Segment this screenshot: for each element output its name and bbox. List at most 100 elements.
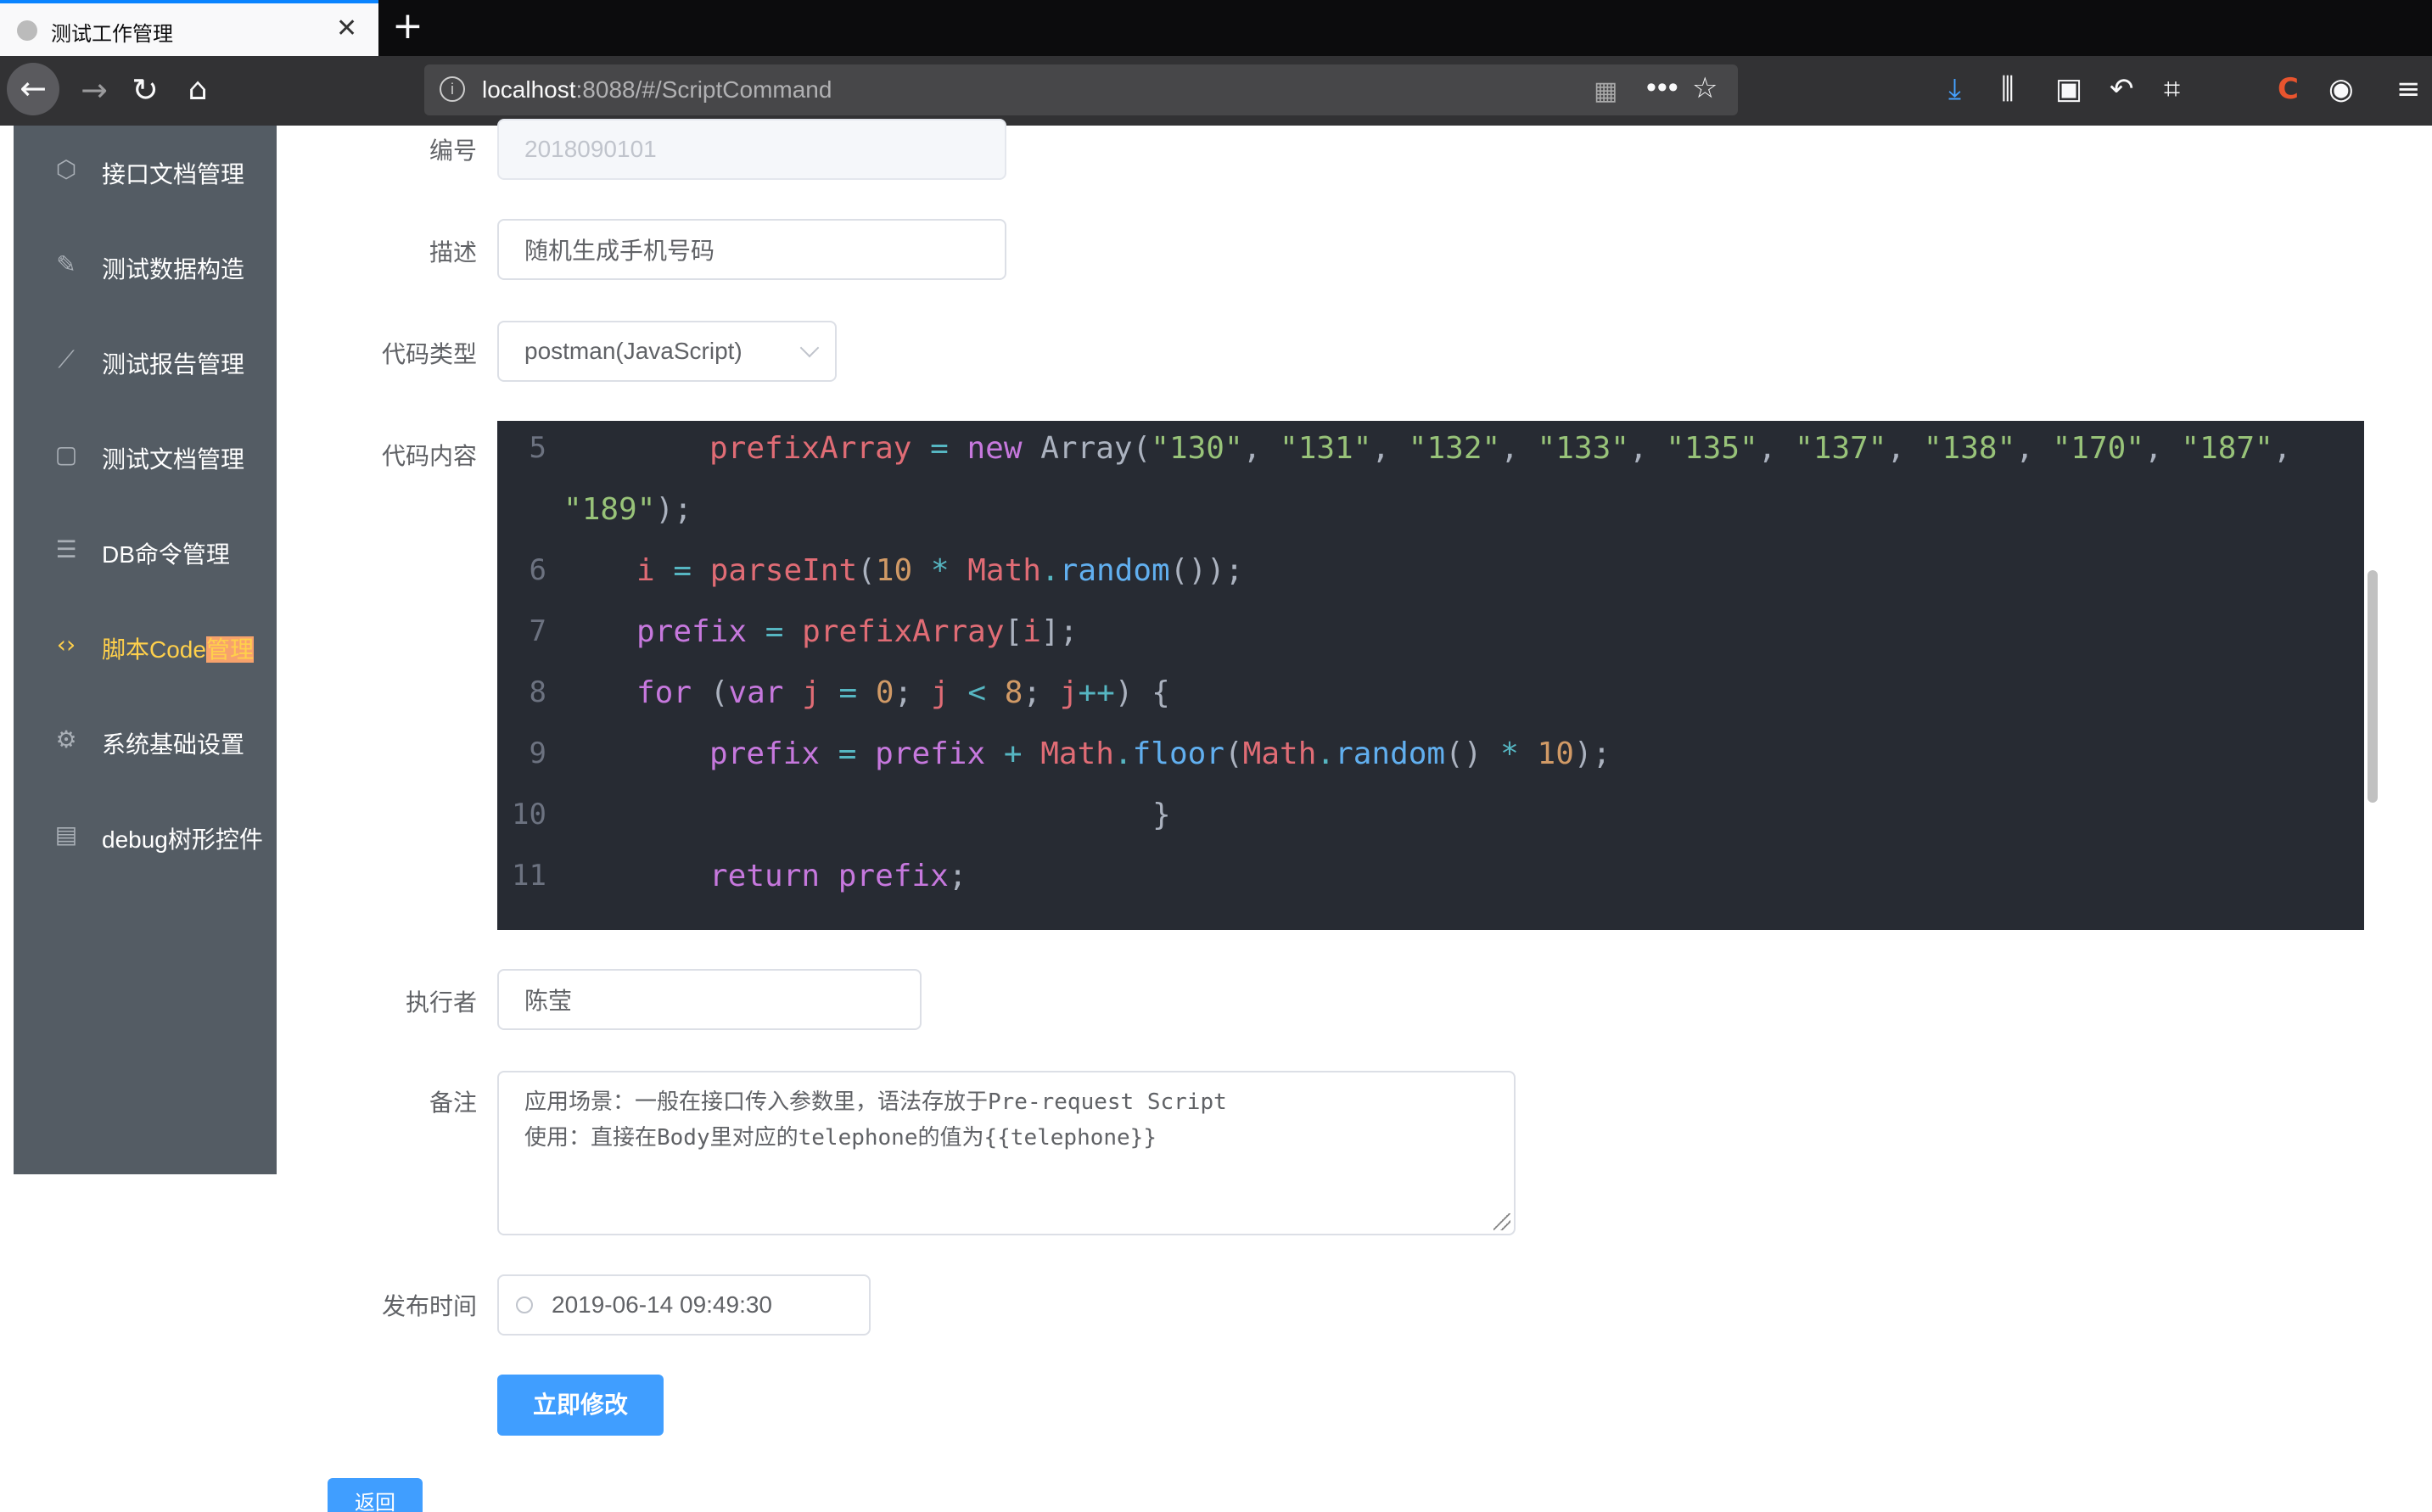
home-icon[interactable]: ⌂: [177, 66, 219, 114]
code-text: return prefix;: [709, 859, 967, 893]
sidebar-item-api-docs[interactable]: ⬡ 接口文档管理: [14, 126, 277, 221]
code-line: 6 i = parseInt(10 * Math.random());: [497, 543, 2364, 604]
code-line: 11 return prefix;: [497, 848, 2364, 910]
undo-icon[interactable]: ↶: [2110, 68, 2134, 110]
tab-favicon-icon: [17, 20, 37, 41]
executor-label: 执行者: [405, 989, 477, 1016]
remark-value: 应用场景：一般在接口传入参数里，语法存放于Pre-request Script …: [524, 1089, 1227, 1151]
new-tab-button[interactable]: +: [392, 7, 423, 46]
code-line: 9 prefix = prefix + Math.floor(Math.rand…: [497, 726, 2364, 787]
sidebar-item-label: 测试文档管理: [102, 446, 245, 473]
url-bar[interactable]: i localhost:8088/#/ScriptCommand ▦ ••• ☆: [424, 64, 1738, 115]
browser-tab-bar: 测试工作管理 ✕ +: [0, 0, 2432, 56]
line-number: 9: [529, 736, 546, 770]
more-actions-icon[interactable]: •••: [1646, 71, 1679, 104]
extension-c-icon[interactable]: C: [2278, 68, 2299, 110]
code-type-label: 代码类型: [381, 341, 477, 367]
gear-icon: ⚙: [55, 725, 77, 753]
code-text: prefixArray = new Array("130", "131", "1…: [709, 431, 2292, 466]
id-label: 编号: [429, 137, 477, 164]
sidebar-item-label: 接口文档管理: [102, 161, 245, 188]
sidebar-item-debug-tree[interactable]: ▤ debug树形控件: [14, 791, 277, 886]
publish-time-value: 2019-06-14 09:49:30: [552, 1291, 772, 1318]
clock-icon: [516, 1296, 533, 1313]
account-icon[interactable]: ◉: [2328, 68, 2354, 110]
publish-time-label: 发布时间: [381, 1293, 477, 1319]
submit-button[interactable]: 立即修改: [497, 1375, 664, 1436]
sidebar-item-test-data[interactable]: ✎ 测试数据构造: [14, 221, 277, 316]
menu-icon[interactable]: ≡: [2396, 68, 2421, 110]
line-number: 11: [512, 859, 546, 893]
qr-code-icon[interactable]: ▦: [1594, 76, 1617, 106]
sidebar-item-script-code[interactable]: ‹› 脚本Code管理: [14, 601, 277, 696]
code-type-value: postman(JavaScript): [524, 338, 742, 364]
id-field: 2018090101: [497, 119, 1006, 180]
sidebar-toggle-icon[interactable]: ▣: [2055, 68, 2082, 110]
chevron-down-icon: [799, 338, 820, 358]
download-icon[interactable]: ⤓: [1948, 68, 1961, 110]
info-icon[interactable]: i: [440, 76, 465, 102]
code-text: }: [1152, 798, 1171, 832]
code-line: 8 for (var j = 0; j < 8; j++) {: [497, 665, 2364, 726]
code-editor[interactable]: 5 prefixArray = new Array("130", "131", …: [497, 421, 2364, 930]
reload-icon[interactable]: ↻: [124, 66, 166, 114]
library-icon[interactable]: ⫼: [2001, 68, 2015, 110]
sidebar-item-label-highlight: 管理: [205, 636, 254, 663]
word-doc-icon: ▢: [54, 440, 78, 468]
database-icon: ☰: [55, 535, 77, 563]
publish-time-picker[interactable]: 2019-06-14 09:49:30: [497, 1274, 871, 1336]
sidebar-item-label: 测试报告管理: [102, 351, 245, 378]
sidebar: ⬡ 接口文档管理 ✎ 测试数据构造 ⟋ 测试报告管理 ▢ 测试文档管理 ☰ DB…: [14, 126, 277, 1174]
sidebar-item-db-commands[interactable]: ☰ DB命令管理: [14, 506, 277, 601]
forward-arrow-icon[interactable]: →: [73, 66, 115, 114]
sidebar-item-label: 系统基础设置: [102, 731, 245, 758]
page-scrollbar-thumb[interactable]: [2368, 570, 2378, 803]
sidebar-item-label: 脚本Code管理: [102, 631, 254, 665]
executor-value: 陈莹: [524, 988, 573, 1014]
sidebar-item-label: 测试数据构造: [102, 256, 245, 283]
sidebar-item-test-reports[interactable]: ⟋ 测试报告管理: [14, 316, 277, 411]
back-button[interactable]: 返回: [328, 1478, 423, 1512]
sidebar-item-test-docs[interactable]: ▢ 测试文档管理: [14, 411, 277, 506]
code-text: i = parseInt(10 * Math.random());: [636, 553, 1244, 588]
line-number: 6: [529, 553, 546, 587]
code-text: for (var j = 0; j < 8; j++) {: [636, 675, 1170, 710]
crop-icon[interactable]: ⌗: [2164, 68, 2180, 110]
url-text[interactable]: localhost:8088/#/ScriptCommand: [482, 76, 832, 104]
code-line: 7 prefix = prefixArray[i];: [497, 604, 2364, 665]
edit-doc-icon: ✎: [56, 250, 76, 278]
browser-nav-bar: ← → ↻ ⌂ i localhost:8088/#/ScriptCommand…: [0, 56, 2432, 126]
sidebar-item-system-settings[interactable]: ⚙ 系统基础设置: [14, 696, 277, 791]
desc-label: 描述: [429, 239, 477, 266]
line-number: 7: [529, 614, 546, 648]
sidebar-item-label-part: 脚本Code: [102, 636, 206, 663]
code-content-label: 代码内容: [381, 443, 477, 469]
tab-close-icon[interactable]: ✕: [336, 14, 357, 44]
remark-label: 备注: [429, 1089, 477, 1116]
code-token-var: prefixArray: [709, 431, 912, 466]
code-line-wrap: "189");: [497, 482, 2364, 543]
document-icon: ▤: [54, 820, 78, 848]
line-number: 5: [529, 431, 546, 465]
url-path: :8088/#/ScriptCommand: [575, 76, 832, 103]
code-icon: ‹›: [56, 630, 76, 658]
sidebar-item-label: DB命令管理: [102, 541, 230, 568]
id-value: 2018090101: [524, 136, 657, 162]
code-text: prefix = prefixArray[i];: [636, 614, 1079, 649]
bookmark-star-icon[interactable]: ☆: [1692, 71, 1718, 105]
code-type-select[interactable]: postman(JavaScript): [497, 321, 837, 382]
sidebar-item-label: debug树形控件: [102, 826, 263, 853]
url-host: localhost: [482, 76, 576, 103]
remark-textarea[interactable]: 应用场景：一般在接口传入参数里，语法存放于Pre-request Script …: [497, 1071, 1516, 1235]
resize-handle-icon[interactable]: [1493, 1213, 1510, 1230]
browser-tab[interactable]: 测试工作管理 ✕: [0, 0, 378, 56]
code-text: prefix = prefix + Math.floor(Math.random…: [709, 736, 1611, 771]
tab-title: 测试工作管理: [51, 23, 173, 46]
code-text: "189");: [563, 492, 692, 527]
code-line: 10 }: [497, 787, 2364, 848]
desc-value: 随机生成手机号码: [524, 238, 715, 264]
desc-field[interactable]: 随机生成手机号码: [497, 219, 1006, 280]
code-line: 5 prefixArray = new Array("130", "131", …: [497, 421, 2364, 482]
executor-field[interactable]: 陈莹: [497, 969, 922, 1030]
back-arrow-icon[interactable]: ←: [7, 63, 59, 115]
